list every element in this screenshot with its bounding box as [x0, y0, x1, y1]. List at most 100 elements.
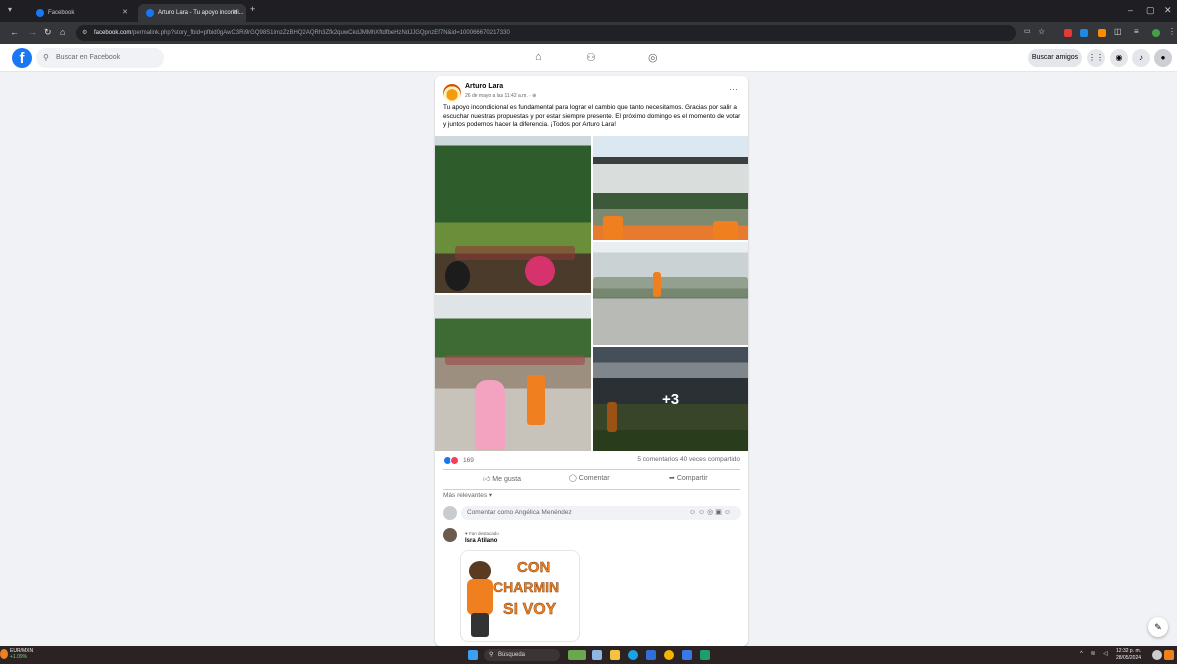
task-view-icon[interactable] — [592, 650, 602, 660]
url-path: /permalink.php?story_fbid=pfbid0gAwC3Ri9… — [131, 30, 510, 36]
extensions-puzzle-icon[interactable]: ◫ — [1114, 27, 1122, 36]
windows-taskbar: EUR/MXN +1.09% ⚲ Búsqueda ^ ≋ ◁ 12:32 p.… — [0, 646, 1177, 664]
post-date[interactable]: 26 de mayo a las 11:42 a.m. · ⊕ — [465, 93, 536, 99]
windows-start-icon[interactable] — [468, 650, 478, 660]
copilot-icon[interactable] — [1164, 650, 1174, 660]
close-tab-icon[interactable]: ✕ — [232, 8, 238, 16]
post-photo[interactable] — [435, 295, 591, 451]
comment-tools-icons[interactable]: ☺☺◎▣☺ — [689, 506, 733, 520]
globe-icon: ⊕ — [532, 93, 537, 99]
tab-label: Arturo Lara - Tu apoyo incondi... — [158, 10, 244, 16]
app-icon[interactable] — [700, 650, 710, 660]
comment-share-counts[interactable]: 5 comentarios 40 veces compartido — [637, 456, 740, 463]
url-host: facebook.com — [94, 30, 132, 36]
home-icon[interactable]: ⌂ — [535, 51, 542, 63]
app-icon[interactable] — [682, 650, 692, 660]
sticker-figure-shirt — [467, 579, 493, 615]
browser-tab-strip: ▾ Facebook ✕ Arturo Lara - Tu apoyo inco… — [0, 0, 1177, 22]
profile-avatar-icon[interactable] — [1152, 29, 1160, 37]
chrome-icon[interactable] — [664, 650, 674, 660]
more-photos-overlay[interactable]: +3 — [593, 347, 748, 451]
system-tray-icons[interactable]: ^ ≋ ◁ — [1080, 650, 1111, 657]
bell-icon[interactable]: ♪ — [1132, 49, 1150, 67]
market-widget[interactable]: EUR/MXN +1.09% — [10, 648, 33, 660]
sticker-text: CON — [517, 559, 551, 576]
comment-button[interactable]: ◯ Comentar — [569, 474, 610, 482]
like-label: Me gusta — [492, 476, 522, 483]
home-button-icon[interactable]: ⌂ — [60, 27, 65, 37]
weather-icon[interactable] — [0, 649, 8, 659]
post-date-text: 26 de mayo a las 11:42 a.m. · — [465, 93, 533, 99]
taskbar-search[interactable]: ⚲ Búsqueda — [484, 649, 560, 661]
cast-icon[interactable]: ▭ — [1024, 27, 1031, 35]
share-label: Compartir — [676, 475, 708, 482]
post-photo[interactable]: +3 — [593, 347, 748, 451]
chrome-menu-icon[interactable]: ⋮ — [1168, 27, 1176, 36]
divider — [443, 489, 740, 490]
url-bar[interactable]: ⚙ facebook.com/permalink.php?story_fbid=… — [76, 25, 1016, 41]
reaction-count: 169 — [463, 457, 474, 464]
profile-icon[interactable]: ● — [1154, 49, 1172, 67]
badge-label: Fan destacado — [468, 531, 499, 536]
post-photo[interactable] — [593, 242, 748, 345]
tab-arturo-lara[interactable]: Arturo Lara - Tu apoyo incondi... ✕ — [138, 4, 246, 22]
site-info-icon[interactable]: ⚙ — [82, 25, 87, 41]
reaction-summary[interactable]: 169 — [443, 456, 474, 465]
file-explorer-icon[interactable] — [610, 650, 620, 660]
edge-icon[interactable] — [628, 650, 638, 660]
forward-arrow-icon[interactable]: → — [28, 27, 37, 37]
menu-grid-icon[interactable]: ⋮⋮ — [1087, 49, 1105, 67]
photo-grid: +3 — [435, 136, 748, 451]
find-friends-button[interactable]: Buscar amigos — [1028, 49, 1082, 67]
store-icon[interactable] — [646, 650, 656, 660]
widgets-icon[interactable] — [568, 650, 586, 660]
messenger-icon[interactable]: ◉ — [1110, 49, 1128, 67]
author-avatar[interactable] — [443, 84, 461, 102]
search-icon: ⚲ — [43, 53, 49, 62]
share-button[interactable]: ➦ Compartir — [669, 474, 708, 482]
like-button[interactable]: 👍︎ Me gusta — [483, 474, 521, 483]
tab-search-icon[interactable]: ▾ — [8, 5, 12, 14]
groups-icon[interactable]: ◎ — [648, 51, 658, 64]
tab-facebook[interactable]: Facebook ✕ — [28, 4, 136, 22]
facebook-favicon-icon — [36, 9, 44, 17]
minimize-button[interactable]: – — [1128, 5, 1133, 15]
facebook-search-input[interactable]: ⚲ Buscar en Facebook — [36, 48, 164, 68]
sticker-text: SI VOY — [503, 601, 557, 618]
taskbar-clock[interactable]: 12:32 p. m. 28/05/2024 — [1116, 648, 1141, 661]
sticker-text: CHARMIN — [493, 579, 560, 595]
clock-time: 12:32 p. m. — [1116, 648, 1142, 654]
close-window-button[interactable]: ✕ — [1164, 5, 1172, 16]
current-user-avatar — [443, 506, 457, 520]
thumbs-up-icon: 👍︎ — [483, 476, 491, 483]
top-fan-badge: ♥ Fan destacado — [465, 531, 499, 536]
back-arrow-icon[interactable]: ← — [10, 27, 19, 37]
close-tab-icon[interactable]: ✕ — [122, 8, 128, 16]
love-reaction-icon — [450, 456, 459, 465]
post-photo[interactable] — [593, 136, 748, 240]
extension-icon[interactable] — [1080, 29, 1088, 37]
friends-icon[interactable]: ⚇ — [586, 51, 596, 64]
search-placeholder: Buscar en Facebook — [56, 54, 121, 61]
extension-icon[interactable] — [1098, 29, 1106, 37]
facebook-logo[interactable]: f — [12, 48, 32, 68]
notification-icon[interactable] — [1152, 650, 1162, 660]
bookmark-star-icon[interactable]: ☆ — [1038, 27, 1045, 36]
new-tab-button[interactable]: + — [250, 4, 255, 14]
reload-icon[interactable]: ↻ — [44, 27, 52, 38]
comment-input[interactable]: Comentar como Angélica Menéndez ☺☺◎▣☺ — [461, 506, 741, 520]
new-message-button[interactable]: ✎ — [1148, 617, 1168, 637]
taskbar-search-label: Búsqueda — [498, 652, 526, 658]
comment-sort-dropdown[interactable]: Más relevantes ▾ — [443, 491, 492, 499]
post-photo[interactable] — [435, 136, 591, 293]
commenter-avatar[interactable] — [443, 528, 457, 542]
facebook-header: f ⚲ Buscar en Facebook ⌂ ⚇ ◎ Buscar amig… — [0, 44, 1177, 72]
extension-icon[interactable] — [1064, 29, 1072, 37]
media-icon[interactable]: ≡ — [1134, 27, 1139, 36]
post-options-button[interactable]: ··· — [729, 84, 738, 94]
post-author[interactable]: Arturo Lara — [465, 83, 503, 90]
comment-placeholder: Comentar como Angélica Menéndez — [467, 509, 572, 516]
post-card: Arturo Lara 26 de mayo a las 11:42 a.m. … — [435, 76, 748, 646]
commenter-name[interactable]: Isra Atilano — [465, 538, 497, 544]
maximize-button[interactable]: ▢ — [1146, 5, 1155, 16]
